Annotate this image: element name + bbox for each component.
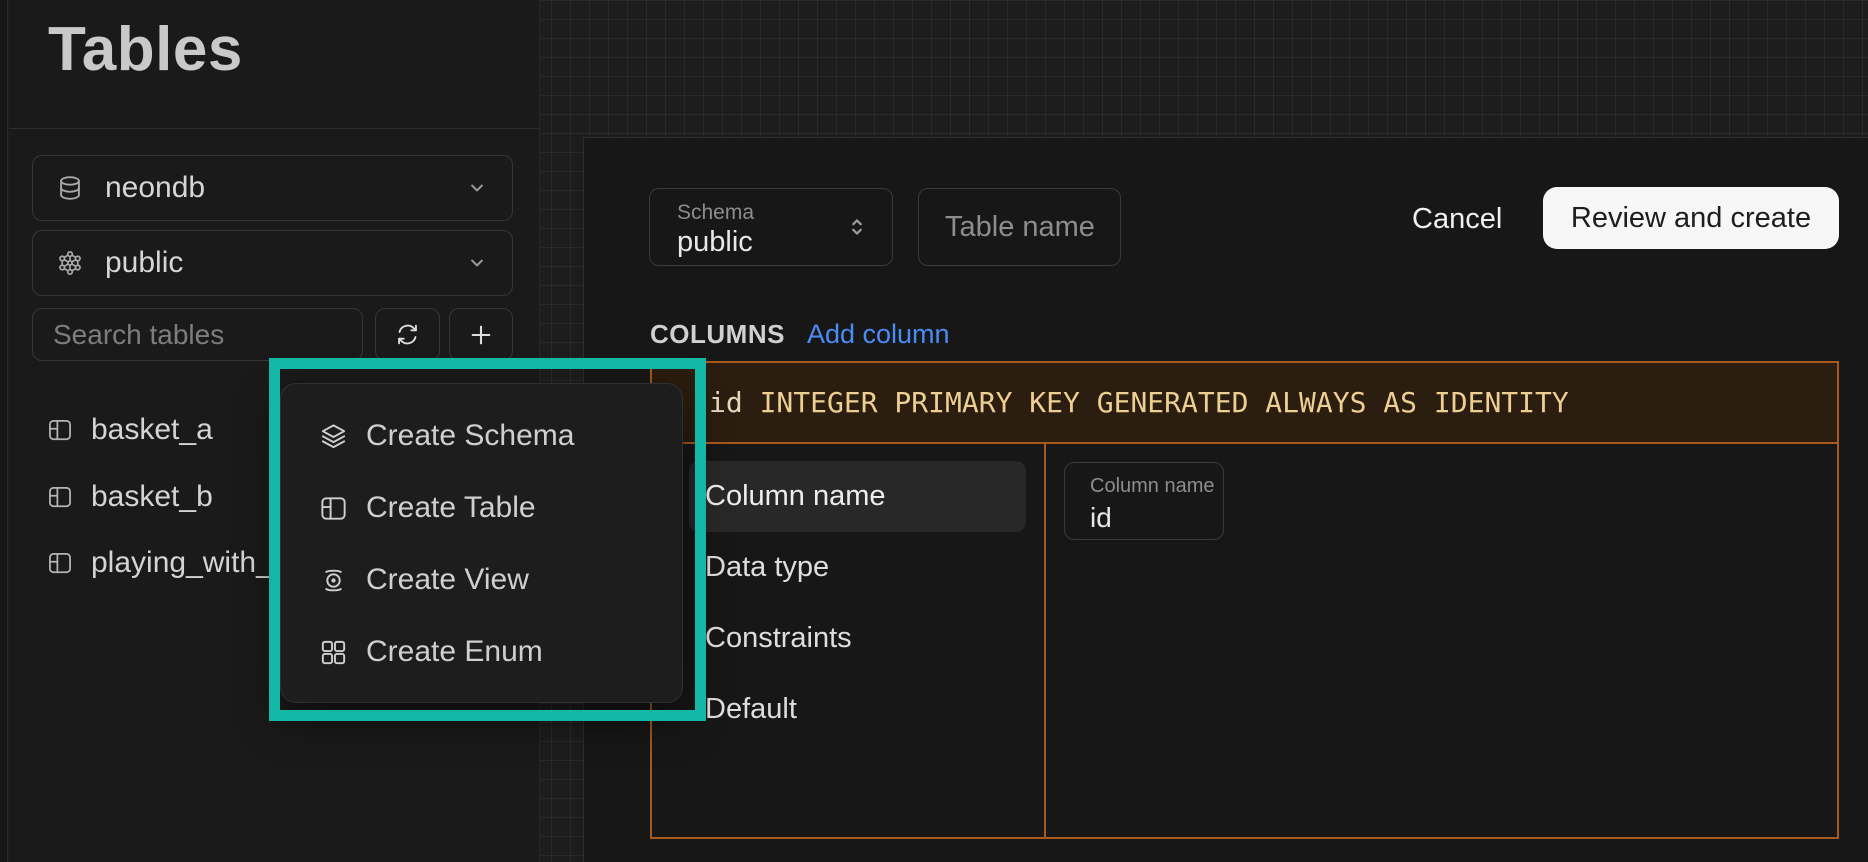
layers-icon: [318, 421, 349, 452]
table-icon: [318, 493, 349, 524]
database-icon: [55, 172, 85, 204]
search-tables-input[interactable]: [32, 308, 363, 361]
tab-data-type[interactable]: Data type: [689, 532, 1026, 603]
table-row-label: basket_b: [91, 480, 213, 514]
refresh-icon: [394, 321, 421, 348]
menu-item-label: Create Schema: [366, 419, 574, 453]
schema-select-value: public: [677, 226, 753, 259]
window-edge: [0, 0, 8, 862]
tab-column-name[interactable]: Column name: [689, 461, 1026, 532]
column-name-field[interactable]: Column name: [1064, 462, 1224, 540]
sql-definition: INTEGER PRIMARY KEY GENERATED ALWAYS AS …: [743, 386, 1569, 419]
database-select[interactable]: neondb: [32, 155, 513, 221]
menu-item-label: Create Table: [366, 491, 536, 525]
column-detail-pane: Column name: [1044, 444, 1837, 837]
table-row-basket-a[interactable]: basket_a: [46, 409, 213, 451]
tables-page: Schema public Cancel Review and create C…: [0, 0, 1868, 862]
menu-item-create-enum[interactable]: Create Enum: [281, 616, 682, 688]
table-name-input[interactable]: [918, 188, 1121, 266]
table-icon: [46, 483, 74, 511]
columns-heading: COLUMNS: [650, 319, 785, 350]
table-row-basket-b[interactable]: basket_b: [46, 476, 213, 518]
plus-icon: [467, 321, 495, 349]
schema-sidebar-select-value: public: [105, 246, 464, 280]
schema-select[interactable]: Schema public: [649, 188, 893, 266]
refresh-tables-button[interactable]: [375, 308, 440, 361]
create-menu: Create Schema Create Table Create View: [280, 383, 683, 703]
schema-sidebar-select[interactable]: public: [32, 230, 513, 296]
menu-item-label: Create Enum: [366, 635, 543, 669]
table-row-playing-with[interactable]: playing_with_n: [46, 542, 289, 584]
schema-icon: [55, 247, 85, 279]
tab-default[interactable]: Default: [689, 674, 1026, 745]
column-editor-card: id INTEGER PRIMARY KEY GENERATED ALWAYS …: [650, 361, 1839, 839]
database-select-value: neondb: [105, 171, 464, 205]
column-name-input[interactable]: [1090, 502, 1200, 534]
chevron-down-icon: [464, 175, 490, 201]
column-editor-body: Column name Data type Constraints Defaul…: [652, 444, 1837, 837]
table-icon: [46, 549, 74, 577]
table-icon: [46, 416, 74, 444]
schema-select-label: Schema: [677, 201, 754, 225]
create-new-button[interactable]: [449, 308, 513, 361]
view-icon: [318, 565, 349, 596]
chevron-updown-icon: [842, 212, 872, 242]
create-table-panel: Schema public Cancel Review and create C…: [583, 137, 1868, 862]
chevron-down-icon: [464, 250, 490, 276]
tab-constraints[interactable]: Constraints: [689, 603, 1026, 674]
column-sql-preview: id INTEGER PRIMARY KEY GENERATED ALWAYS …: [652, 363, 1837, 444]
review-and-create-button[interactable]: Review and create: [1543, 187, 1839, 249]
column-name-field-label: Column name: [1090, 475, 1215, 498]
menu-item-label: Create View: [366, 563, 529, 597]
menu-item-create-schema[interactable]: Create Schema: [281, 400, 682, 472]
menu-item-create-view[interactable]: Create View: [281, 544, 682, 616]
menu-item-create-table[interactable]: Create Table: [281, 472, 682, 544]
table-row-label: playing_with_n: [91, 546, 289, 580]
sql-identifier: id: [709, 386, 743, 419]
column-tabs: Column name Data type Constraints Defaul…: [652, 444, 1044, 837]
columns-header-row: COLUMNS Add column: [650, 319, 950, 350]
cancel-button[interactable]: Cancel: [1400, 197, 1514, 242]
sidebar-divider: [9, 128, 540, 129]
page-title: Tables: [48, 14, 243, 85]
enum-grid-icon: [318, 637, 349, 668]
table-row-label: basket_a: [91, 413, 213, 447]
add-column-link[interactable]: Add column: [807, 319, 950, 350]
